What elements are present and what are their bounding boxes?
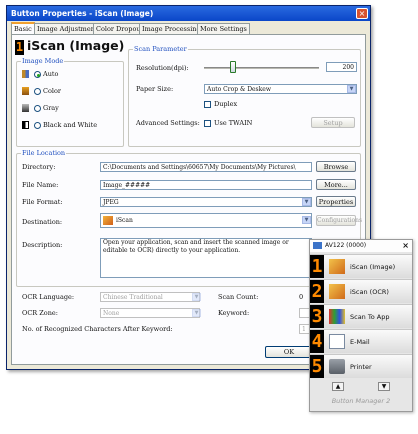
setup-button[interactable]: Setup [311, 117, 355, 128]
chevron-down-icon[interactable]: ▼ [302, 216, 311, 224]
advanced-settings-label: Advanced Settings: [136, 119, 200, 127]
button-title: iScan (Image) [27, 38, 125, 53]
use-twain-checkbox[interactable] [204, 120, 211, 127]
file-name-input[interactable]: Image_##### [100, 180, 312, 190]
printer-icon [329, 359, 345, 374]
auto-mode-icon [22, 70, 29, 78]
button-digit: 4 [310, 330, 324, 353]
tab-image-processing[interactable]: Image Processing [139, 23, 204, 34]
properties-button[interactable]: Properties [316, 196, 356, 207]
close-button[interactable]: × [356, 8, 368, 19]
manager-button-3[interactable]: 3 Scan To App [310, 304, 412, 328]
scan-count-label: Scan Count: [218, 293, 259, 301]
file-location-legend: File Location [22, 149, 66, 157]
recognized-chars-label: No. of Recognized Characters After Keywo… [22, 325, 173, 333]
resolution-slider-thumb[interactable] [229, 61, 236, 73]
destination-label: Destination: [22, 218, 63, 226]
resolution-label: Resolution(dpi): [136, 64, 189, 72]
manager-button-1[interactable]: 1 iScan (Image) [310, 254, 412, 278]
scroll-down-icon[interactable]: ▼ [378, 382, 390, 391]
use-twain-label: Use TWAIN [214, 119, 253, 127]
description-label: Description: [22, 241, 63, 249]
manager-button-2[interactable]: 2 iScan (OCR) [310, 279, 412, 303]
button-manager-titlebar: AV122 (0000) [310, 240, 412, 252]
iscan-ocr-icon [329, 284, 345, 299]
chevron-down-icon[interactable]: ▼ [192, 293, 201, 301]
file-format-select[interactable]: JPEG [100, 197, 312, 207]
chevron-down-icon[interactable]: ▼ [347, 85, 356, 93]
scanner-icon [313, 242, 322, 249]
paper-size-label: Paper Size: [136, 85, 174, 93]
black-white-radio[interactable] [34, 122, 41, 129]
file-name-label: File Name: [22, 181, 59, 189]
browse-button[interactable]: Browse [316, 161, 356, 172]
destination-select[interactable]: iScan [100, 213, 312, 228]
chevron-down-icon[interactable]: ▼ [192, 309, 201, 317]
scan-parameter-legend: Scan Parameter [134, 45, 187, 53]
manager-button-label: iScan (Image) [350, 263, 396, 271]
manager-button-5[interactable]: 5 Printer [310, 354, 412, 378]
bw-mode-icon [22, 121, 29, 129]
black-white-label: Black and White [43, 121, 98, 129]
iscan-image-icon [329, 259, 345, 274]
gray-label: Gray [43, 104, 59, 112]
file-format-value: JPEG [103, 199, 119, 206]
resolution-slider-track[interactable] [204, 67, 319, 69]
directory-label: Directory: [22, 163, 56, 171]
button-number-digit: 1 [15, 40, 24, 55]
tab-more-settings[interactable]: More Settings [197, 23, 250, 34]
manager-button-label: iScan (OCR) [350, 288, 389, 296]
color-mode-icon [22, 87, 29, 95]
tab-image-adjustment[interactable]: Image Adjustment [34, 23, 101, 34]
scan-count-value: 0 [299, 293, 304, 301]
gray-mode-icon [22, 104, 29, 112]
description-text[interactable]: Open your application, scan and insert t… [100, 238, 312, 278]
button-manager-footer: Button Manager 2 [331, 397, 391, 405]
window-title: Button Properties - iScan (Image) [7, 6, 370, 21]
button-manager-panel: AV122 (0000) × 1 iScan (Image) 2 iScan (… [309, 239, 413, 412]
duplex-checkbox[interactable] [204, 101, 211, 108]
more-button[interactable]: More... [316, 179, 356, 190]
paper-size-select[interactable]: Auto Crop & Deskew [204, 84, 357, 94]
duplex-label: Duplex [214, 100, 238, 108]
manager-button-label: Printer [350, 363, 372, 371]
chevron-down-icon[interactable]: ▼ [302, 198, 311, 206]
button-digit: 3 [310, 305, 324, 328]
color-label: Color [43, 87, 61, 95]
button-digit: 5 [310, 355, 324, 378]
file-format-label: File Format: [22, 198, 63, 206]
ocr-language-label: OCR Language: [22, 293, 75, 301]
manager-button-label: Scan To App [350, 313, 390, 321]
resolution-input[interactable]: 200 [326, 62, 357, 72]
ocr-zone-select[interactable]: None [100, 308, 200, 318]
gray-radio[interactable] [34, 105, 41, 112]
scroll-up-icon[interactable]: ▲ [332, 382, 344, 391]
scan-to-app-icon [329, 309, 345, 324]
destination-value: iScan [116, 217, 133, 224]
iscan-app-icon [103, 216, 113, 225]
manager-button-label: E-Mail [350, 338, 370, 346]
ocr-language-select[interactable]: Chinese Traditional [100, 292, 200, 302]
color-radio[interactable] [34, 88, 41, 95]
scanner-model-label: AV122 (0000) [325, 242, 367, 249]
auto-label: Auto [43, 70, 59, 78]
button-digit: 1 [310, 255, 324, 278]
manager-button-4[interactable]: 4 E-Mail [310, 329, 412, 353]
directory-input[interactable]: C:\Documents and Settings\60657\My Docum… [100, 162, 312, 172]
paper-size-value: Auto Crop & Deskew [207, 86, 271, 93]
auto-radio[interactable] [34, 71, 41, 78]
image-mode-legend: Image Mode [22, 57, 64, 65]
email-icon [329, 334, 345, 349]
ok-button[interactable]: OK [265, 346, 313, 358]
scan-parameter-group: Scan Parameter [128, 45, 361, 147]
close-icon[interactable]: × [402, 241, 409, 250]
configurations-button[interactable]: Configurations [316, 215, 362, 226]
image-mode-group: Image Mode [16, 57, 124, 147]
ocr-zone-label: OCR Zone: [22, 309, 58, 317]
button-digit: 2 [310, 280, 324, 303]
tab-basic[interactable]: Basic [11, 22, 35, 34]
keyword-label: Keyword: [218, 309, 250, 317]
